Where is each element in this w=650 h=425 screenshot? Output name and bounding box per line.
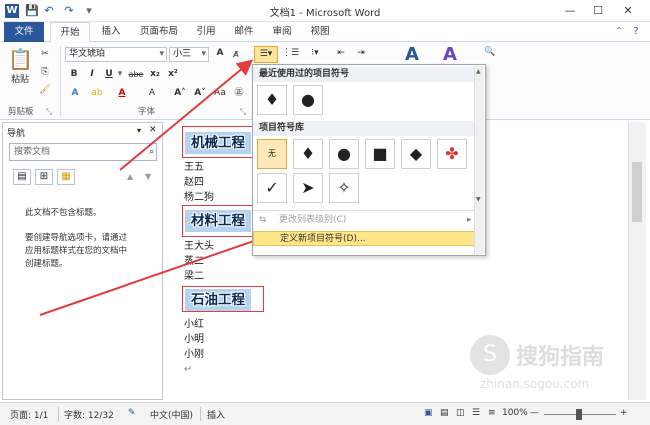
- bullet-arrow[interactable]: ➤: [293, 173, 323, 203]
- zoom-slider-thumb[interactable]: [576, 409, 582, 420]
- dropdown-scrollbar[interactable]: ▲ ▼: [474, 66, 484, 254]
- bullet-circle[interactable]: ●: [293, 85, 323, 115]
- bullet-square[interactable]: ■: [365, 139, 395, 169]
- proofing-icon[interactable]: ✎: [128, 408, 136, 418]
- bullets-dropdown: 最近使用过的项目符号 ♦ ● 项目符号库 无 ♦ ● ■ ◆ ✤ ✓ ➤ ✧ ⇆…: [252, 64, 486, 256]
- watermark-title: 搜狗指南: [516, 345, 605, 370]
- define-new-bullet-item[interactable]: 定义新项目符号(D)...: [253, 231, 475, 246]
- bullet-none[interactable]: 无: [257, 139, 287, 169]
- web-layout-icon[interactable]: ◫: [456, 408, 465, 418]
- chevron-right-icon: ▸: [467, 215, 472, 225]
- bullet-check[interactable]: ✓: [257, 173, 287, 203]
- status-divider: [200, 407, 201, 421]
- watermark-url: zhinan.sogou.com: [480, 377, 590, 391]
- arrow-to-bullets-button: [119, 59, 254, 171]
- status-bar: 页面: 1/1 字数: 12/32 ✎ 中文(中国) 插入 ▣ ▤ ◫ ☰ ≡ …: [0, 402, 650, 425]
- change-list-level-item[interactable]: ⇆ 更改列表级别(C) ▸: [253, 213, 475, 228]
- word-count[interactable]: 字数: 12/32: [64, 408, 114, 421]
- sogou-logo-icon: S: [470, 335, 510, 375]
- zoom-level[interactable]: 100%: [502, 408, 528, 418]
- scroll-down-icon[interactable]: ▼: [476, 196, 481, 203]
- scroll-up-icon[interactable]: ▲: [476, 68, 481, 75]
- full-screen-icon[interactable]: ▤: [440, 408, 449, 418]
- insert-mode[interactable]: 插入: [207, 408, 225, 421]
- bullet-library-header: 项目符号库: [253, 121, 475, 136]
- outline-icon[interactable]: ☰: [472, 408, 480, 418]
- status-divider: [58, 407, 59, 421]
- arrow-to-define-bullet: [39, 232, 272, 316]
- bullet-circle[interactable]: ●: [329, 139, 359, 169]
- watermark: S 搜狗指南 zhinan.sogou.com: [470, 335, 640, 395]
- print-layout-icon[interactable]: ▣: [424, 408, 433, 418]
- language-indicator[interactable]: 中文(中国): [150, 408, 193, 421]
- page-count[interactable]: 页面: 1/1: [10, 408, 48, 421]
- list-level-icon: ⇆: [259, 215, 267, 225]
- menu-divider: [253, 210, 475, 211]
- recent-bullets-header: 最近使用过的项目符号: [253, 67, 475, 82]
- bullet-diamond[interactable]: ♦: [293, 139, 323, 169]
- zoom-in-button[interactable]: +: [620, 408, 628, 418]
- bullet-diamond[interactable]: ♦: [257, 85, 287, 115]
- draft-icon[interactable]: ≡: [488, 408, 496, 418]
- bullet-large-diamond[interactable]: ◆: [401, 139, 431, 169]
- bullet-colored-star[interactable]: ✤: [437, 139, 467, 169]
- zoom-out-button[interactable]: —: [530, 408, 539, 418]
- bullet-star[interactable]: ✧: [329, 173, 359, 203]
